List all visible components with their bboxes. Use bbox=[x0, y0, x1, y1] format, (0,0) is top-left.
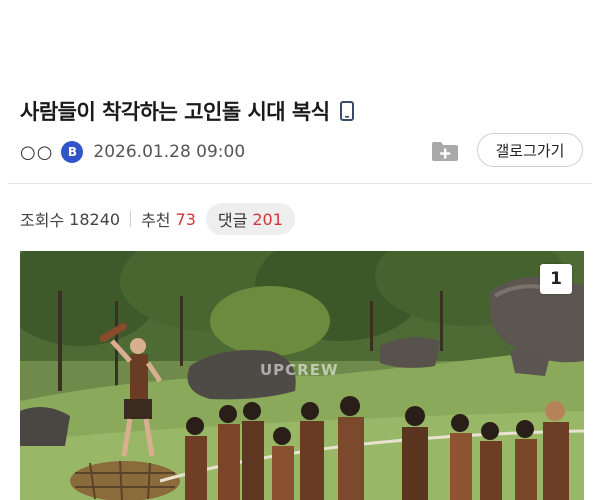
title-row: 사람들이 착각하는 고인돌 시대 복식 bbox=[20, 96, 354, 126]
level-badge: B bbox=[61, 141, 84, 163]
image-counter-badge: 1 bbox=[540, 264, 572, 294]
recommend-count: 73 bbox=[175, 209, 196, 229]
views-count: 18240 bbox=[69, 209, 121, 229]
recommend-label: 추천 bbox=[141, 211, 171, 230]
post-date: 2026.01.28 09:00 bbox=[93, 142, 246, 162]
save-folder-button[interactable] bbox=[431, 139, 459, 163]
stat-separator bbox=[130, 211, 132, 227]
divider bbox=[8, 183, 592, 184]
comments-button[interactable]: 댓글 201 bbox=[205, 203, 295, 235]
gallery-log-button[interactable]: 갤로그가기 bbox=[477, 133, 583, 167]
post-image[interactable]: UPCREW 1 bbox=[20, 251, 584, 500]
author-name[interactable]: ○○ bbox=[20, 142, 53, 163]
folder-add-icon bbox=[432, 142, 458, 161]
image-watermark: UPCREW bbox=[260, 361, 339, 379]
mobile-phone-icon bbox=[339, 101, 354, 121]
comments-count: 201 bbox=[252, 209, 283, 229]
post-stats: 조회수 18240 추천 73 댓글 201 bbox=[20, 203, 295, 235]
post-page: 사람들이 착각하는 고인돌 시대 복식 ○○ B 2026.01.28 09:0… bbox=[0, 0, 600, 500]
post-meta: ○○ B 2026.01.28 09:00 갤로그가기 bbox=[20, 133, 585, 167]
comments-label: 댓글 bbox=[217, 211, 248, 230]
post-title: 사람들이 착각하는 고인돌 시대 복식 bbox=[20, 100, 330, 124]
views-label: 조회수 bbox=[20, 211, 65, 230]
